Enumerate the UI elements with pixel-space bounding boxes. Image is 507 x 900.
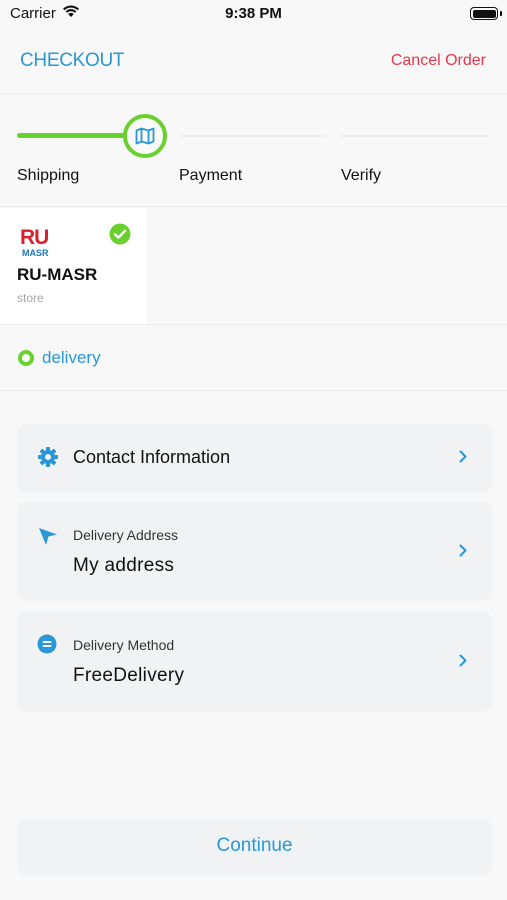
check-circle-icon — [109, 223, 131, 245]
nav-bar: CHECKOUT Cancel Order — [0, 28, 507, 94]
store-logo-subtext: MASR — [22, 248, 49, 258]
status-bar: Carrier 9:38 PM — [0, 0, 507, 28]
step-payment[interactable]: Payment — [179, 167, 242, 185]
stepper-current-marker — [123, 114, 167, 158]
stepper-track-verify — [340, 135, 490, 137]
page-title: CHECKOUT — [20, 50, 125, 71]
continue-button[interactable]: Continue — [18, 819, 491, 873]
store-section: RU MASR RU-MASR store — [0, 208, 507, 325]
chevron-right-icon — [459, 654, 467, 667]
battery-tip — [500, 11, 502, 16]
fulfillment-option[interactable]: delivery — [0, 326, 507, 391]
battery-icon — [470, 7, 498, 20]
store-type: store — [17, 291, 44, 305]
contact-information-title: Contact Information — [73, 447, 231, 467]
map-icon — [135, 127, 155, 145]
checkout-stepper: Shipping Payment Verify — [0, 95, 507, 207]
delivery-address-value: My address — [73, 555, 175, 576]
store-card[interactable]: RU MASR RU-MASR store — [0, 208, 146, 324]
delivery-option-label: delivery — [42, 348, 101, 367]
list-circle-icon — [37, 634, 57, 654]
stepper-track-active — [17, 133, 129, 138]
contact-information-card[interactable]: Contact Information — [18, 424, 491, 490]
battery-level — [472, 9, 496, 18]
delivery-method-value: FreeDelivery — [73, 665, 185, 686]
clock: 9:38 PM — [225, 5, 282, 22]
gear-icon — [38, 447, 58, 467]
store-logo-text: RU — [20, 226, 49, 249]
stepper-track-payment — [180, 135, 325, 137]
delivery-method-label: Delivery Method — [73, 637, 175, 653]
location-arrow-icon — [39, 528, 57, 545]
step-shipping[interactable]: Shipping — [17, 167, 79, 185]
chevron-right-icon — [459, 544, 467, 557]
delivery-radio[interactable] — [18, 350, 34, 366]
delivery-method-card[interactable]: Delivery Method FreeDelivery — [18, 612, 491, 709]
step-verify[interactable]: Verify — [341, 167, 381, 185]
store-name: RU-MASR — [17, 265, 98, 284]
cancel-order-button[interactable]: Cancel Order — [391, 52, 486, 70]
delivery-address-label: Delivery Address — [73, 527, 179, 543]
store-logo: RU MASR — [20, 226, 60, 260]
chevron-right-icon — [459, 450, 467, 463]
delivery-address-card[interactable]: Delivery Address My address — [18, 502, 491, 599]
